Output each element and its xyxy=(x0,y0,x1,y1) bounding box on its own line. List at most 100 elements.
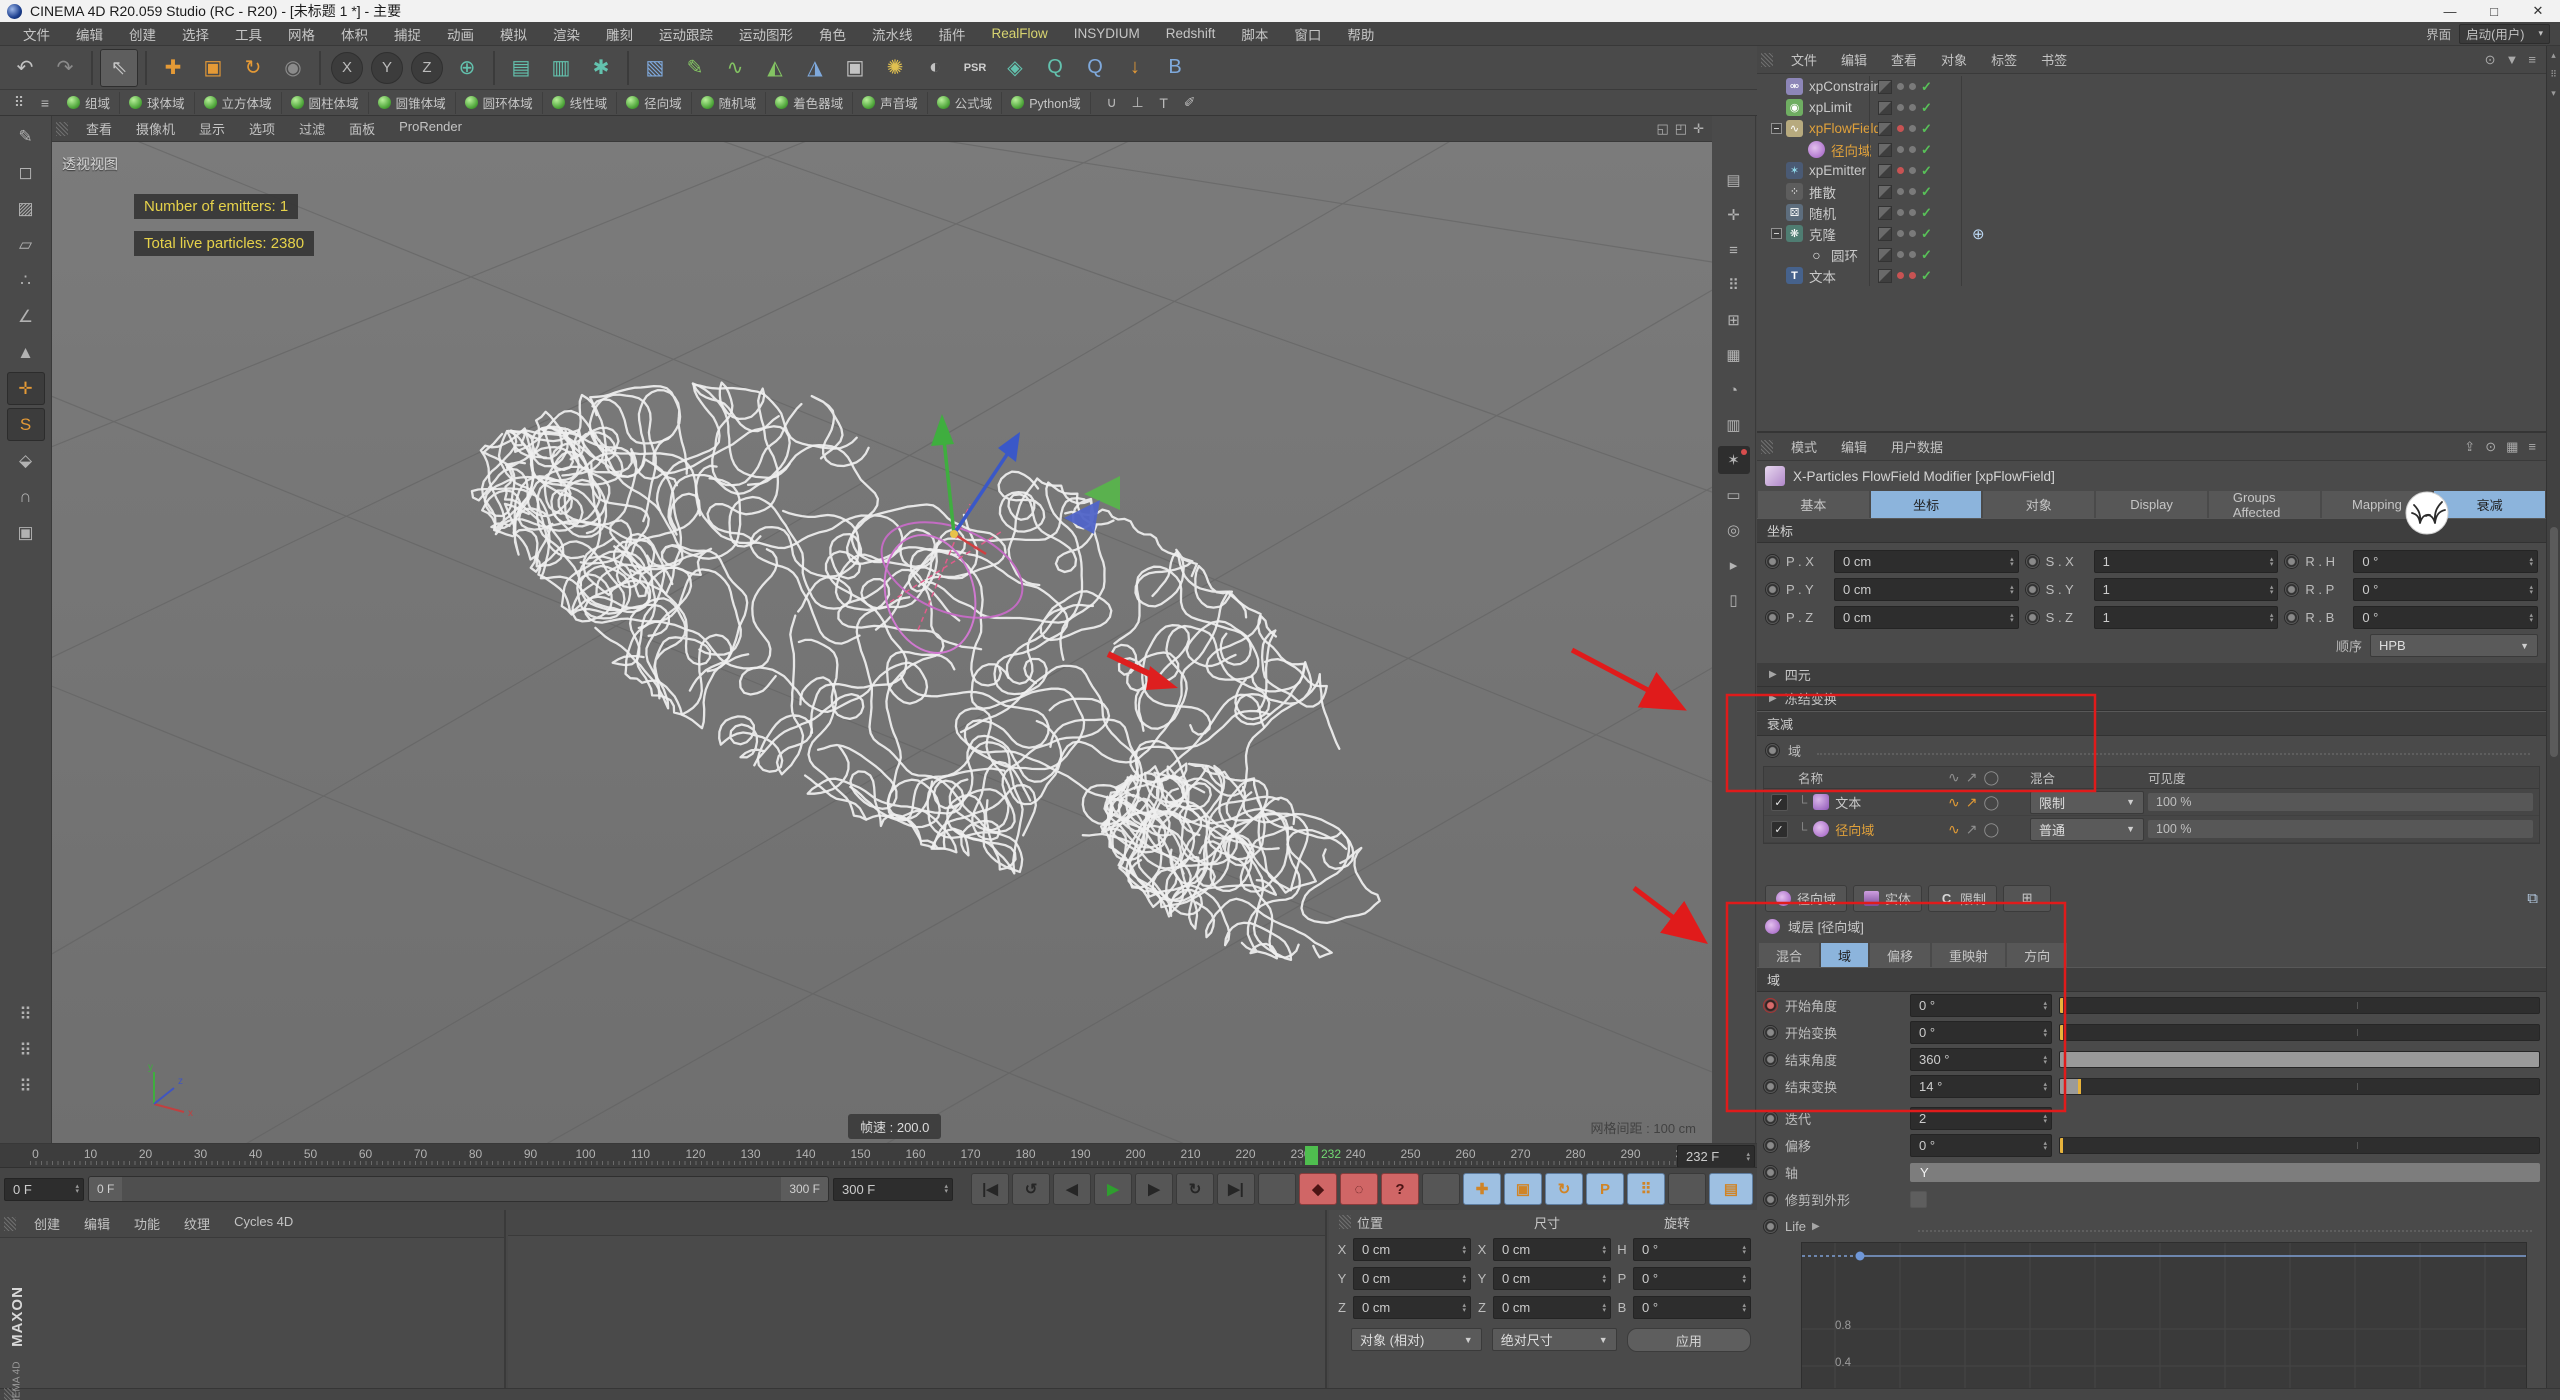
key-parameter-toggle[interactable]: P xyxy=(1586,1173,1624,1205)
visibility-dot-top[interactable] xyxy=(1897,125,1904,132)
viewport-menu-item[interactable]: 过滤 xyxy=(287,119,337,138)
visibility-dot-bottom[interactable] xyxy=(1909,209,1916,216)
expand-toggle[interactable] xyxy=(1771,270,1782,281)
sep[interactable] xyxy=(145,51,147,85)
strip-icon[interactable]: ▴ xyxy=(2551,50,2556,61)
enable-check-icon[interactable]: ✓ xyxy=(1921,205,1932,221)
anim-radio[interactable] xyxy=(1763,1111,1778,1126)
start-angle-slider[interactable] xyxy=(2059,997,2540,1014)
gap[interactable] xyxy=(1668,1173,1706,1205)
panel-grip[interactable] xyxy=(56,122,68,136)
anim-radio[interactable] xyxy=(1763,1165,1778,1180)
menu-item[interactable]: 捕捉 xyxy=(381,24,434,44)
anim-radio[interactable] xyxy=(2284,582,2299,597)
visibility-dot-top[interactable] xyxy=(1897,230,1904,237)
end-angle-slider[interactable] xyxy=(2059,1051,2540,1068)
visibility-dot-bottom[interactable] xyxy=(1909,188,1916,195)
am-menu-icon[interactable]: ≡ xyxy=(2528,439,2536,455)
enable-check-icon[interactable]: ✓ xyxy=(1921,121,1932,137)
am-menu-item[interactable]: 用户数据 xyxy=(1879,437,1955,456)
visibility-dot-top[interactable] xyxy=(1897,146,1904,153)
visibility-toggles[interactable]: ✓ xyxy=(1869,244,1961,265)
deformer-menu[interactable]: ◮ xyxy=(796,49,834,87)
grid-array-icon-3[interactable]: ⠿ xyxy=(7,1070,45,1103)
autokey-button[interactable]: ◌ xyxy=(1340,1173,1378,1205)
material-menu-item[interactable]: 创建 xyxy=(22,1214,72,1233)
expand-toggle[interactable] xyxy=(1771,186,1782,197)
go-to-start-button[interactable]: |◀ xyxy=(971,1173,1009,1205)
edges-mode-icon[interactable]: ∠ xyxy=(7,300,45,333)
spinner-icon[interactable]: ▴▾ xyxy=(2530,585,2534,595)
start-morph-input[interactable]: 0 °▴▾ xyxy=(1910,1021,2052,1044)
menu-item[interactable]: 插件 xyxy=(926,24,979,44)
snap-toggle-icon[interactable]: S xyxy=(7,408,45,441)
attribute-tab[interactable]: Groups Affected xyxy=(2209,491,2320,518)
menu-item[interactable]: 文件 xyxy=(10,24,63,44)
am-menu-item[interactable]: 模式 xyxy=(1779,437,1829,456)
brush-icon[interactable]: ✐ xyxy=(1177,92,1203,114)
layer-chip[interactable] xyxy=(1878,122,1892,136)
viewport-menu-item[interactable]: 显示 xyxy=(187,119,237,138)
menu-item[interactable]: 脚本 xyxy=(1228,24,1281,44)
menu-item[interactable]: 工具 xyxy=(222,24,275,44)
field-create-button[interactable]: 着色器域 xyxy=(766,92,853,114)
viewport-cross-icon[interactable]: ✛ xyxy=(1693,121,1704,137)
axis-mode-icon[interactable]: ✛ xyxy=(7,372,45,405)
magnet-icon[interactable]: ∩ xyxy=(7,480,45,513)
menu-item[interactable]: 编辑 xyxy=(63,24,116,44)
expand-toggle[interactable] xyxy=(1793,249,1804,260)
render-settings-button[interactable]: ✱ xyxy=(582,49,620,87)
object-label[interactable]: 圆环 xyxy=(1831,245,1858,265)
field-layer-row[interactable]: ✓ └径向域 ∿ ↗ ◯ 普通▼ 100 % xyxy=(1764,816,2539,843)
enable-check-icon[interactable]: ✓ xyxy=(1921,79,1932,95)
anim-radio[interactable] xyxy=(2025,610,2040,625)
expand-toggle[interactable] xyxy=(1771,228,1782,239)
enable-check-icon[interactable]: ✓ xyxy=(1921,142,1932,158)
coordinate-system-toggle[interactable]: ⊕ xyxy=(448,49,486,87)
direction-icon[interactable]: ↗ xyxy=(1966,794,1978,811)
plugin-q-icon[interactable]: Q xyxy=(1036,49,1074,87)
psr-button[interactable]: PSR xyxy=(956,49,994,87)
visibility-dot-bottom[interactable] xyxy=(1909,104,1916,111)
dock-browser-icon[interactable]: ▤ xyxy=(1718,166,1750,194)
object-label[interactable]: 径向域 xyxy=(1831,140,1872,160)
field-subtab[interactable]: 重映射 xyxy=(1932,943,2005,967)
download-icon[interactable]: ↓ xyxy=(1116,49,1154,87)
blend-mode-select[interactable]: 普通▼ xyxy=(2030,818,2144,841)
dock-picture-icon[interactable]: ▥ xyxy=(1718,411,1750,439)
visibility-dot-top[interactable] xyxy=(1897,104,1904,111)
next-key-button[interactable]: ↻ xyxy=(1176,1173,1214,1205)
size-input[interactable]: 0 cm▴▾ xyxy=(1493,1238,1611,1261)
timeline-ruler[interactable]: 0102030405060708090100110120130140150160… xyxy=(0,1144,1757,1168)
sep[interactable] xyxy=(627,51,629,85)
iterations-input[interactable]: 2▴▾ xyxy=(1910,1107,2052,1130)
object-label[interactable]: xpLimit xyxy=(1809,100,1852,115)
visibility-dot-bottom[interactable] xyxy=(1909,272,1916,279)
blend-mode-select[interactable]: 限制▼ xyxy=(2030,791,2144,814)
visibility-dot-top[interactable] xyxy=(1897,83,1904,90)
menu-item[interactable]: 选择 xyxy=(169,24,222,44)
size-mode-select[interactable]: 绝对尺寸▼ xyxy=(1492,1328,1617,1351)
menu-item[interactable]: 渲染 xyxy=(540,24,593,44)
plugin-q2-icon[interactable]: Q xyxy=(1076,49,1114,87)
anim-radio[interactable] xyxy=(2284,610,2299,625)
previous-key-button[interactable]: ↺ xyxy=(1012,1173,1050,1205)
anim-radio[interactable] xyxy=(1763,1025,1778,1040)
dock-grid-icon[interactable]: ⊞ xyxy=(1718,306,1750,334)
visibility-dot-bottom[interactable] xyxy=(1909,167,1916,174)
apply-button[interactable]: 应用 xyxy=(1627,1328,1751,1352)
spinner-icon[interactable]: ▴▾ xyxy=(2530,557,2534,567)
rotation-order-select[interactable]: HPB▼ xyxy=(2370,634,2538,657)
om-filter-icon[interactable]: ▼ xyxy=(2506,52,2519,68)
om-menu-item[interactable]: 编辑 xyxy=(1829,50,1879,69)
redo-icon[interactable]: ↷ xyxy=(46,49,84,87)
layer-chip[interactable] xyxy=(1878,143,1892,157)
text-tool-icon[interactable]: T xyxy=(1151,92,1177,114)
scrollbar-thumb[interactable] xyxy=(2550,527,2558,757)
visibility-dot-bottom[interactable] xyxy=(1909,146,1916,153)
menu-item[interactable]: 体积 xyxy=(328,24,381,44)
record-keyframe-button[interactable]: ◆ xyxy=(1299,1173,1337,1205)
attribute-tab[interactable]: Display xyxy=(2096,491,2207,518)
offset-input[interactable]: 0 °▴▾ xyxy=(1910,1134,2052,1157)
points-mode-icon[interactable]: ∴ xyxy=(7,264,45,297)
